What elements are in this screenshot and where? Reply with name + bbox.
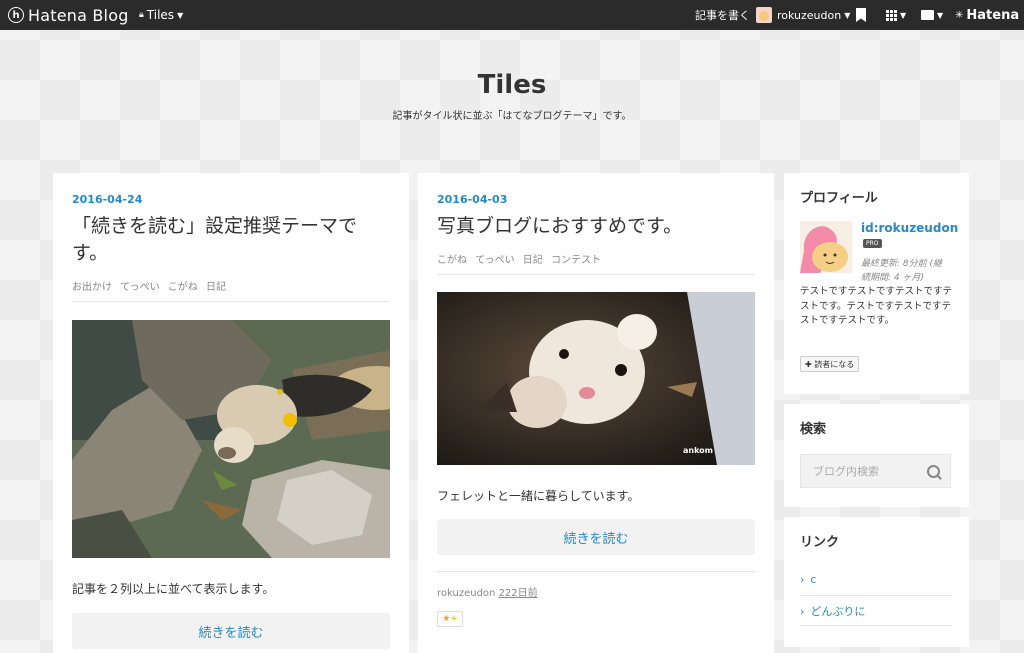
lock-icon: 🔒︎ <box>139 10 144 20</box>
hatena-mark-icon: ✳ <box>955 9 964 21</box>
read-more-button[interactable]: 続きを読む <box>72 613 390 649</box>
entry-age-link[interactable]: 222日前 <box>499 588 538 599</box>
blog-title[interactable]: Tiles <box>0 70 1024 100</box>
links-heading: リンク <box>800 535 840 550</box>
search-module: 検索 ブログ内検索 <box>784 404 969 507</box>
link-item[interactable]: › c <box>800 573 952 586</box>
entry-date[interactable]: 2016-04-03 <box>437 193 507 206</box>
entry-image[interactable] <box>72 320 390 558</box>
user-menu[interactable]: rokuzeudon ▼ <box>756 0 850 30</box>
divider <box>437 274 755 275</box>
divider <box>800 595 952 596</box>
entry-excerpt: フェレットと一緒に暮らしています。 <box>437 489 640 503</box>
link-item[interactable]: › どんぶりに <box>800 603 952 619</box>
links-module: リンク › c › どんぶりに <box>784 517 969 647</box>
ferret-on-rocks-photo <box>72 320 390 558</box>
entry-meta: rokuzeudon 222日前 <box>437 584 538 599</box>
profile-module: プロフィール id:rokuzeudon PRO 最終更新: 8分前 (継 続期… <box>784 173 969 394</box>
link-label: c <box>810 573 817 586</box>
subscribe-button[interactable]: ✚ 読者になる <box>800 356 860 372</box>
profile-avatar[interactable] <box>800 221 852 273</box>
category-link[interactable]: コンテスト <box>551 255 601 266</box>
entry-card: 2016-04-03 写真ブログにおすすめです。 こがね てっぺい 日記 コンテ… <box>418 173 774 653</box>
entry-title[interactable]: 写真ブログにおすすめです。 <box>437 213 757 240</box>
blog-description: 記事がタイル状に並ぶ「はてなブログテーマ」です。 <box>392 111 632 122</box>
category-link[interactable]: お出かけ <box>72 282 112 293</box>
chevron-down-icon: ▼ <box>844 10 851 20</box>
user-name: rokuzeudon <box>777 8 842 22</box>
entry-categories: お出かけ てっぺい こがね 日記 <box>72 278 231 293</box>
global-header: h Hatena Blog 🔒︎ Tiles ▼ 記事を書く rokuzeudo… <box>0 0 1024 30</box>
search-placeholder: ブログ内検索 <box>813 465 879 478</box>
profile-description: テストですテストですテストですテストです。テストですテストですテストですテストで… <box>800 286 953 326</box>
divider <box>72 301 390 302</box>
bookmark-button[interactable] <box>856 0 866 30</box>
bookmark-icon <box>856 8 866 22</box>
link-label: どんぶりに <box>810 605 866 618</box>
last-updated: 最終更新: 8分前 (継 <box>861 259 942 269</box>
chat-icon <box>921 10 934 20</box>
entry-excerpt: 記事を２列以上に並べて表示します。 <box>72 582 275 596</box>
grid-icon <box>886 9 897 21</box>
avatar <box>800 221 852 273</box>
search-icon[interactable] <box>927 465 940 478</box>
photo-caption: ankom <box>682 446 713 455</box>
avatar <box>756 7 772 23</box>
add-star-button[interactable]: ★+ <box>437 611 463 627</box>
search-input[interactable]: ブログ内検索 <box>800 454 951 488</box>
services-menu[interactable]: ▼ <box>886 0 906 30</box>
category-link[interactable]: てっぺい <box>475 255 514 266</box>
hatena-logo-icon: h <box>8 7 24 23</box>
chevron-down-icon: ▼ <box>177 10 184 20</box>
entry-title[interactable]: 「続きを読む」設定推奨テーマです。 <box>72 213 392 267</box>
entry-categories: こがね てっぺい 日記 コンテスト <box>437 251 606 266</box>
notifications-menu[interactable]: ▼ <box>921 0 943 30</box>
ferret-poster-photo <box>437 292 755 465</box>
blog-menu[interactable]: 🔒︎ Tiles ▼ <box>139 0 183 30</box>
hatena-blog-logo[interactable]: h Hatena Blog <box>8 0 129 30</box>
author-name[interactable]: rokuzeudon <box>437 588 495 599</box>
profile-heading: プロフィール <box>800 191 878 206</box>
category-link[interactable]: 日記 <box>206 282 226 293</box>
search-heading: 検索 <box>800 422 827 437</box>
brand-name: Hatena Blog <box>28 5 129 25</box>
hatena-link[interactable]: ✳ Hatena <box>955 0 1019 30</box>
entry-image[interactable]: ankom <box>437 292 755 465</box>
pro-badge: PRO <box>863 239 882 248</box>
entry-date[interactable]: 2016-04-24 <box>72 193 142 206</box>
hatena-label: Hatena <box>966 7 1020 23</box>
divider <box>437 571 755 572</box>
category-link[interactable]: こがね <box>168 282 198 293</box>
divider <box>800 625 952 626</box>
chevron-right-icon: › <box>800 605 805 618</box>
chevron-down-icon: ▼ <box>900 10 907 20</box>
category-link[interactable]: てっぺい <box>120 282 159 293</box>
category-link[interactable]: こがね <box>437 255 467 266</box>
entry-card: 2016-04-24 「続きを読む」設定推奨テーマです。 お出かけ てっぺい こ… <box>53 173 409 653</box>
blog-period: 続期間: 4 ヶ月) <box>861 273 924 283</box>
write-entry-link[interactable]: 記事を書く <box>695 0 750 30</box>
read-more-button[interactable]: 続きを読む <box>437 519 755 555</box>
blog-menu-label: Tiles <box>146 8 175 22</box>
category-link[interactable]: 日記 <box>523 255 543 266</box>
profile-id-link[interactable]: id:rokuzeudon <box>861 221 958 235</box>
chevron-down-icon: ▼ <box>937 10 944 20</box>
chevron-right-icon: › <box>800 573 805 586</box>
